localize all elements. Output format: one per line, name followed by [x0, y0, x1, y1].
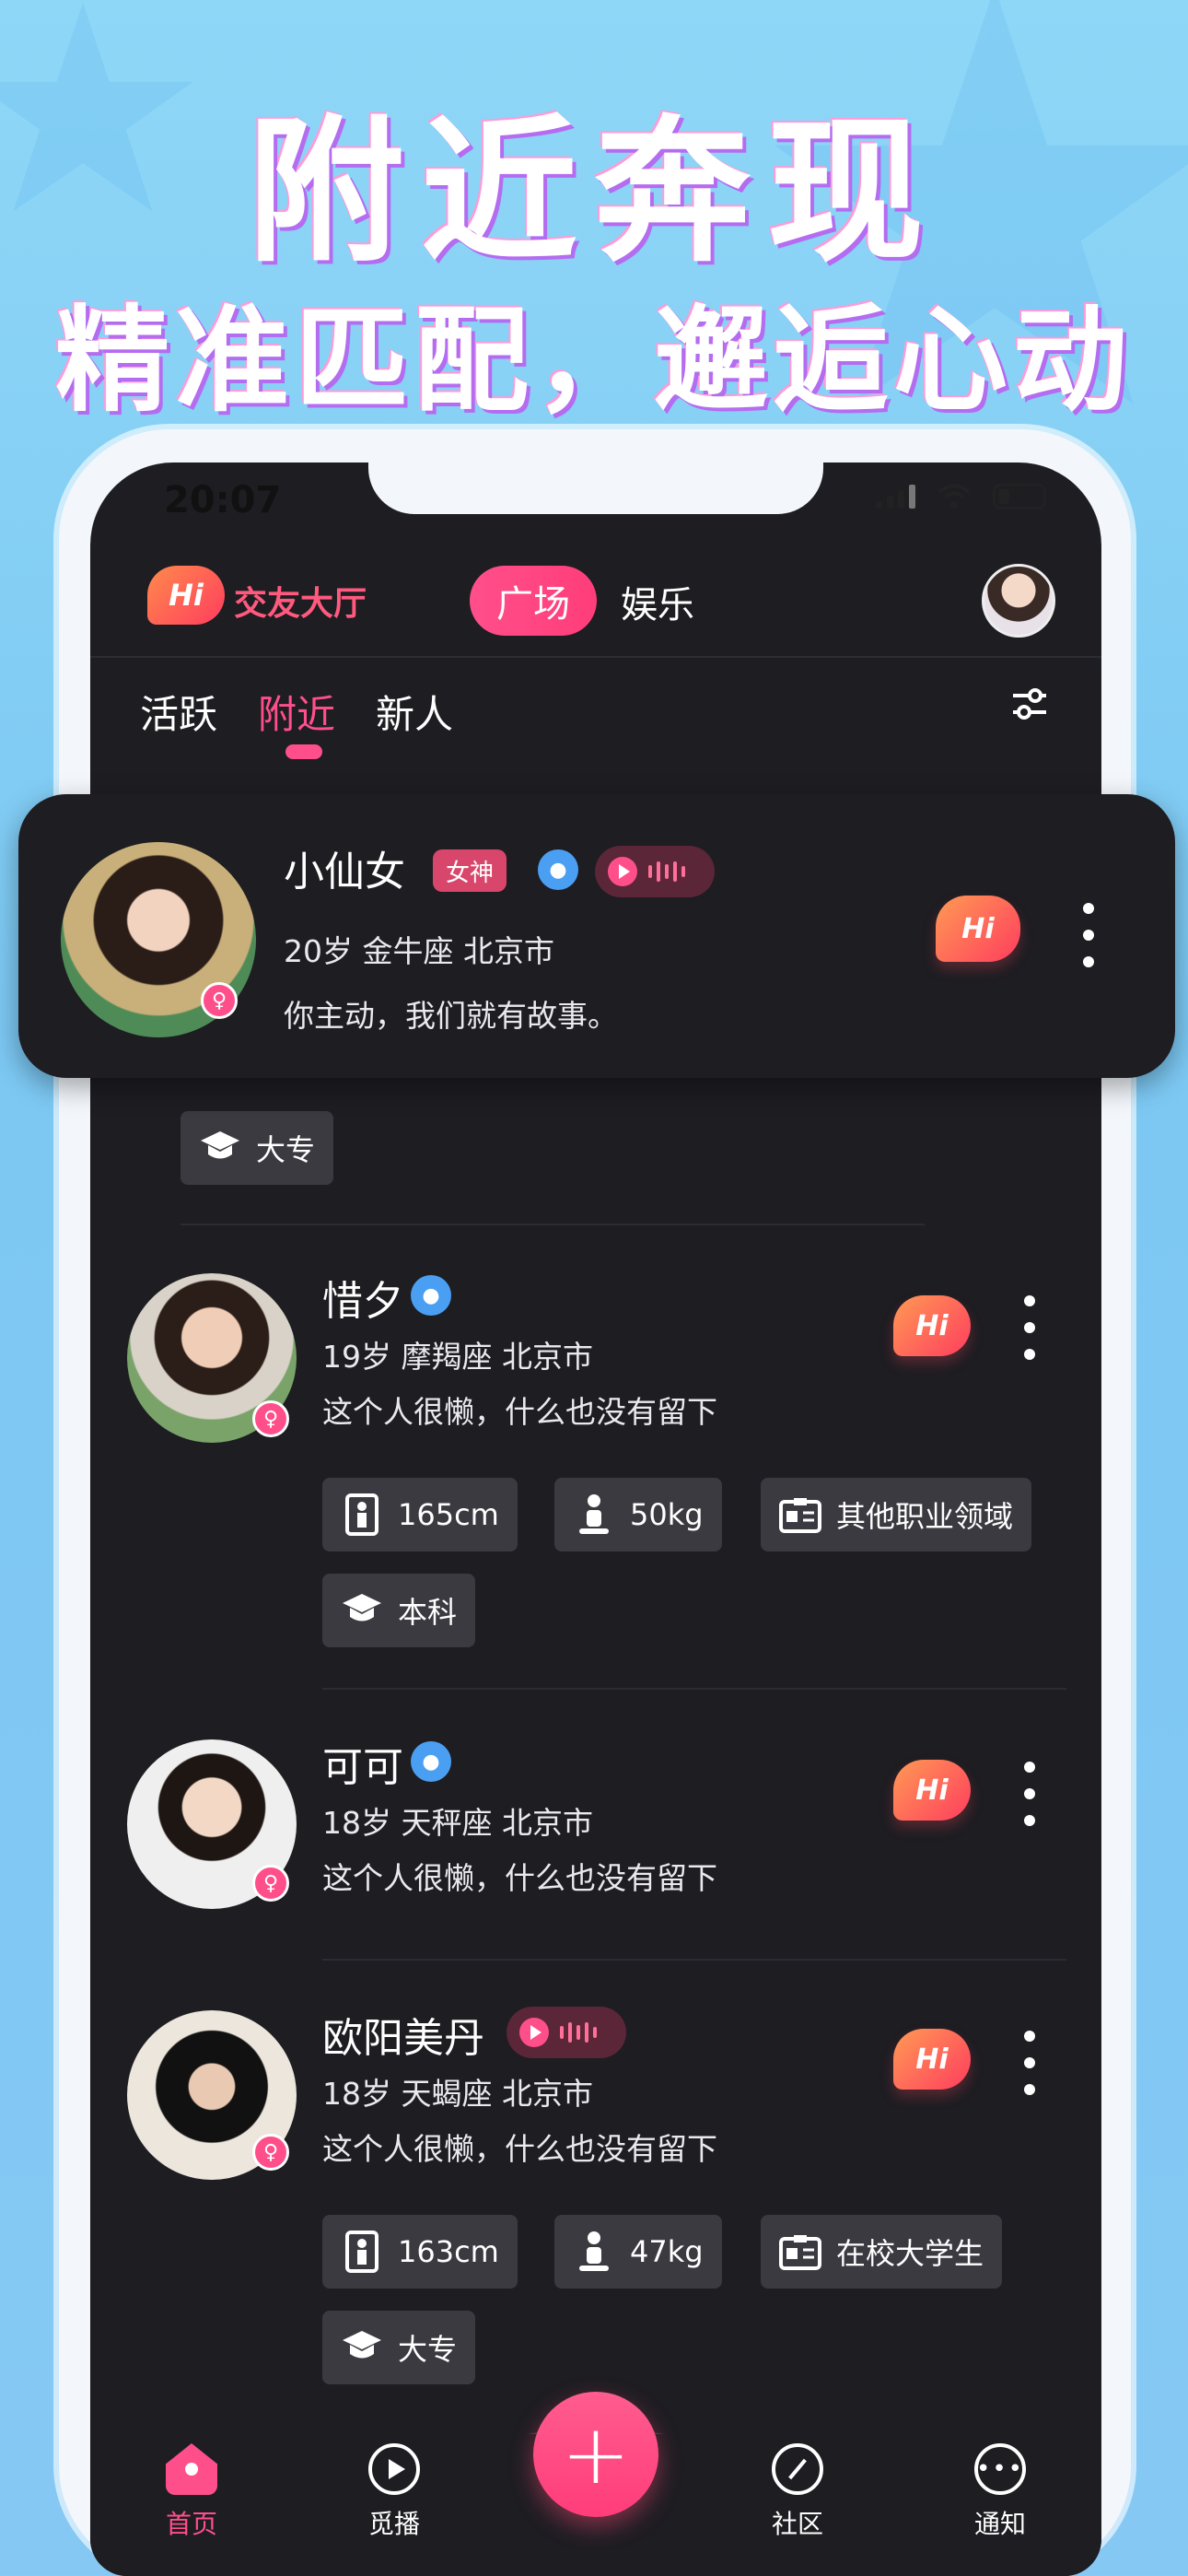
- more-icon[interactable]: [1079, 903, 1098, 967]
- tab-bar: 活跃 附近 新人: [140, 684, 453, 767]
- tab-active[interactable]: 活跃: [140, 684, 217, 767]
- featured-user-card[interactable]: ♀ 小仙女 女神 ● 20岁 金牛座 北京市 你主动，我们就有故事。 Hi: [18, 794, 1175, 1078]
- app-screen: 20:07 Hi 交友大厅 广场 娱乐 活跃 附近 新人 大专 ♀ 惜夕 ● 1…: [90, 463, 1101, 2576]
- tag-label: 165cm: [398, 1497, 499, 1532]
- user-bio: 这个人很懒，什么也没有留下: [322, 2131, 717, 2167]
- notch: [368, 463, 823, 514]
- chat-icon: •••: [974, 2443, 1026, 2495]
- user-meta: 18岁 天秤座 北京市: [322, 1805, 593, 1841]
- play-icon: [368, 2443, 420, 2495]
- row-divider: [322, 1688, 1066, 1690]
- status-icons: [876, 483, 1046, 510]
- more-icon[interactable]: [1020, 1295, 1039, 1360]
- segment-entertainment[interactable]: 娱乐: [621, 575, 694, 628]
- id-card-icon: [779, 1493, 821, 1536]
- user-name: 可可: [322, 1744, 403, 1791]
- nav-live[interactable]: 觅播: [339, 2443, 449, 2541]
- tag-label: 47kg: [630, 2234, 704, 2269]
- nav-label: 通知: [973, 2509, 1026, 2539]
- user-name: 惜夕: [322, 1278, 403, 1325]
- nav-label: 首页: [165, 2509, 217, 2539]
- wechat-verified-icon: ●: [538, 849, 578, 890]
- tab-nearby[interactable]: 附近: [258, 684, 335, 767]
- hi-button[interactable]: Hi: [936, 896, 1020, 962]
- play-icon: [519, 2018, 549, 2047]
- tab-new[interactable]: 新人: [376, 684, 453, 767]
- tag-label: 大专: [256, 1132, 316, 1167]
- female-icon: ♀: [201, 982, 238, 1019]
- hi-button[interactable]: Hi: [893, 2029, 971, 2090]
- tag-education: 大专: [322, 2311, 476, 2384]
- row-divider: [181, 1224, 925, 1225]
- graduation-cap-icon: [341, 1589, 383, 1632]
- id-card-icon: [779, 2231, 821, 2273]
- height-icon: [341, 2231, 383, 2273]
- lobby-link[interactable]: 交友大厅: [234, 577, 367, 625]
- tag-height: 165cm: [322, 1478, 518, 1551]
- wechat-verified-icon: ●: [411, 1275, 451, 1316]
- user-meta: 18岁 天蝎座 北京市: [322, 2076, 593, 2112]
- tag-weight: 47kg: [554, 2215, 722, 2289]
- tag-label: 163cm: [398, 2234, 499, 2269]
- graduation-cap-icon: [199, 1127, 241, 1169]
- user-meta: 20岁 金牛座 北京市: [284, 933, 554, 969]
- goddess-badge: 女神: [433, 849, 507, 892]
- segment-plaza[interactable]: 广场: [470, 566, 597, 636]
- nav-community[interactable]: 社区: [742, 2443, 853, 2541]
- female-icon: ♀: [252, 1865, 289, 1902]
- play-icon: [608, 857, 637, 886]
- graduation-cap-icon: [341, 2326, 383, 2369]
- tag-height: 163cm: [322, 2215, 518, 2289]
- add-button[interactable]: +: [533, 2392, 658, 2517]
- divider: [90, 656, 1101, 658]
- female-icon: ♀: [252, 1400, 289, 1437]
- tag-label: 大专: [398, 2332, 458, 2367]
- height-icon: [341, 1493, 383, 1536]
- more-icon[interactable]: [1020, 2031, 1039, 2095]
- nav-home[interactable]: 首页: [136, 2443, 247, 2541]
- battery-icon: [993, 484, 1046, 509]
- user-name: 欧阳美丹: [322, 2015, 484, 2062]
- promo-title: 附近奔现: [247, 101, 940, 284]
- tag-label: 在校大学生: [836, 2236, 984, 2271]
- waveform-icon: [648, 861, 685, 882]
- home-icon: [166, 2443, 217, 2495]
- status-time: 20:07: [164, 479, 282, 521]
- person-icon: [573, 2231, 615, 2273]
- hi-button[interactable]: Hi: [893, 1760, 971, 1821]
- user-bio: 这个人很懒，什么也没有留下: [322, 1394, 717, 1430]
- tag-education: 大专: [181, 1111, 334, 1185]
- tag-education: 本科: [322, 1574, 476, 1647]
- tag-label: 本科: [398, 1595, 458, 1630]
- filter-icon[interactable]: [1009, 684, 1050, 724]
- wifi-icon: [938, 484, 971, 509]
- row-divider: [322, 1959, 1066, 1961]
- voice-intro-button[interactable]: [507, 2007, 626, 2058]
- nav-label: 社区: [771, 2509, 823, 2539]
- hi-button[interactable]: Hi: [893, 1295, 971, 1356]
- signal-icon: [876, 485, 915, 509]
- hi-logo-icon: Hi: [147, 566, 225, 625]
- wechat-verified-icon: ●: [411, 1741, 451, 1782]
- user-name: 小仙女: [284, 849, 405, 896]
- tag-label: 其他职业领域: [836, 1499, 1014, 1534]
- female-icon: ♀: [252, 2134, 289, 2171]
- nav-notify[interactable]: ••• 通知: [945, 2443, 1055, 2541]
- nav-label: 觅播: [367, 2509, 420, 2539]
- user-bio: 你主动，我们就有故事。: [284, 998, 618, 1034]
- user-meta: 19岁 摩羯座 北京市: [322, 1339, 593, 1375]
- voice-intro-button[interactable]: [595, 846, 715, 897]
- my-avatar[interactable]: [982, 564, 1055, 638]
- tag-weight: 50kg: [554, 1478, 722, 1551]
- tag-label: 50kg: [630, 1497, 704, 1532]
- more-icon[interactable]: [1020, 1762, 1039, 1826]
- user-bio: 这个人很懒，什么也没有留下: [322, 1860, 717, 1896]
- tag-job: 其他职业领域: [761, 1478, 1032, 1551]
- waveform-icon: [560, 2022, 597, 2043]
- tag-job: 在校大学生: [761, 2215, 1003, 2289]
- header: Hi 交友大厅 广场 娱乐: [90, 555, 1101, 656]
- person-icon: [573, 1493, 615, 1536]
- promo-subtitle: 精准匹配，邂逅心动: [54, 295, 1133, 427]
- compass-icon: [772, 2443, 823, 2495]
